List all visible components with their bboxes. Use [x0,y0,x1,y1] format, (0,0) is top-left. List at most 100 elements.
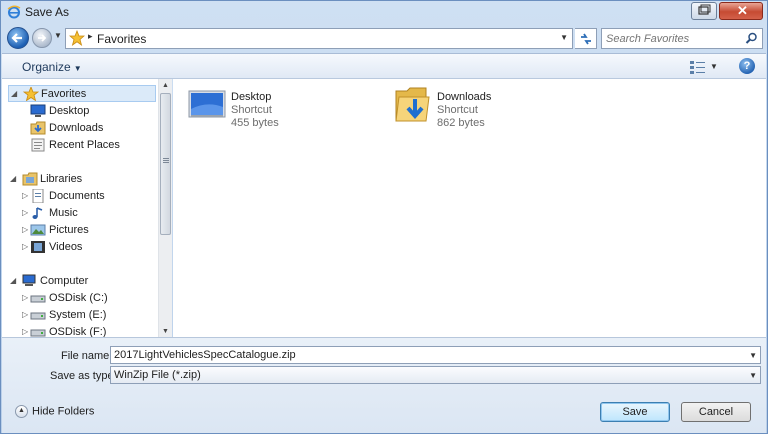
computer-icon [22,274,36,286]
favorites-star-icon [69,30,85,46]
sidebar-item-recent-places[interactable]: Recent Places [30,137,150,154]
sidebar-item-videos[interactable]: ▷ Videos [22,239,150,256]
restore-icon [698,4,711,15]
navigation-scrollbar[interactable]: ▲ ▼ [158,79,172,337]
sidebar-item-documents[interactable]: ▷ Documents [22,188,150,205]
change-view-icon[interactable] [690,60,706,74]
drive-icon [30,295,46,303]
sidebar-item-label: Libraries [40,173,83,185]
restore-button[interactable] [691,2,717,20]
save-as-dialog: Save As ✕ ▼ ▸ Favorites ▼ Search Favorit… [0,0,768,434]
file-size: 455 bytes [231,117,279,129]
close-button[interactable]: ✕ [719,2,763,20]
file-item-downloads[interactable]: Downloads Shortcut 862 bytes [393,85,593,129]
sidebar-item-label: Computer [40,275,89,287]
file-name: Downloads [437,91,492,103]
save-as-type-select[interactable]: WinZip File (*.zip) ▼ [110,366,761,384]
chevron-down-icon[interactable]: ▼ [749,351,757,360]
expanded-arrow-icon[interactable]: ◢ [10,171,16,186]
organize-menu-button[interactable]: Organize ▼ [22,60,82,74]
view-options-chevron-icon[interactable]: ▼ [710,62,718,71]
chevron-up-icon: ▲ [15,405,28,418]
sidebar-item-label: Desktop [49,105,90,117]
sidebar-item-label: Videos [49,241,83,253]
back-button[interactable] [7,27,29,49]
save-as-type-label: Save as type: [50,370,117,382]
file-name: Desktop [231,91,272,103]
breadcrumb-separator-icon[interactable]: ▸ [88,31,93,42]
refresh-icon [581,33,591,45]
favorites-star-icon [23,87,39,101]
desktop-icon [30,104,46,117]
breadcrumb-favorites[interactable]: Favorites [97,32,146,46]
internet-explorer-icon [7,5,21,19]
expanded-arrow-icon[interactable]: ◢ [11,86,17,101]
sidebar-item-music[interactable]: ▷ Music [22,205,150,222]
sidebar-item-system-e[interactable]: ▷ System (E:) [22,307,150,324]
navigation-bar: ▼ ▸ Favorites ▼ [1,25,767,53]
hide-folders-button[interactable]: ▲ Hide Folders [15,405,94,418]
sidebar-item-osdisk-c[interactable]: ▷ OSDisk (C:) [22,290,150,307]
sidebar-item-favorites[interactable]: ◢ Favorites [8,85,156,102]
sidebar-item-computer[interactable]: ◢ Computer [8,273,156,290]
save-form: File name: ▼ Save as type: WinZip File (… [2,337,766,433]
refresh-button[interactable] [575,28,597,49]
pictures-icon [30,224,46,236]
music-icon [32,207,43,219]
collapsed-arrow-icon[interactable]: ▷ [22,307,28,322]
libraries-icon [22,172,38,186]
search-icon[interactable] [745,32,758,45]
hide-folders-label: Hide Folders [32,405,95,418]
file-size: 862 bytes [437,117,485,129]
chevron-down-icon: ▼ [73,64,82,73]
sidebar-item-desktop[interactable]: Desktop [30,103,150,120]
forward-arrow-icon [38,34,47,42]
file-item-desktop[interactable]: Desktop Shortcut 455 bytes [187,85,387,129]
save-as-type-value: WinZip File (*.zip) [114,369,201,381]
sidebar-item-label: Pictures [49,224,89,236]
recent-pages-chevron-icon[interactable]: ▼ [54,31,62,40]
videos-icon [31,241,45,253]
expanded-arrow-icon[interactable]: ◢ [10,273,16,288]
sidebar-item-label: OSDisk (C:) [49,292,108,304]
collapsed-arrow-icon[interactable]: ▷ [22,205,28,220]
address-bar[interactable]: ▸ Favorites ▼ [65,28,573,49]
file-name-input[interactable] [114,349,734,361]
back-arrow-icon [11,33,22,43]
downloads-folder-icon [395,87,430,122]
recent-places-icon [31,138,45,152]
search-input[interactable] [606,31,744,46]
sidebar-item-label: System (E:) [49,309,107,321]
chevron-down-icon[interactable]: ▼ [749,371,757,380]
scroll-thumb[interactable] [160,93,171,235]
sidebar-item-label: Favorites [41,88,87,100]
forward-button[interactable] [32,28,52,48]
collapsed-arrow-icon[interactable]: ▷ [22,222,28,237]
help-icon[interactable]: ? [739,58,755,74]
scroll-down-icon[interactable]: ▼ [162,328,169,335]
collapsed-arrow-icon[interactable]: ▷ [22,188,28,203]
address-dropdown-icon[interactable]: ▼ [560,33,568,42]
organize-label: Organize [22,60,71,74]
documents-icon [32,189,44,203]
file-name-combobox[interactable]: ▼ [110,346,761,364]
sidebar-item-label: Music [49,207,78,219]
sidebar-item-label: Downloads [49,122,104,134]
collapsed-arrow-icon[interactable]: ▷ [22,239,28,254]
scroll-up-icon[interactable]: ▲ [162,82,169,89]
command-bar: Organize ▼ ▼ ? [2,53,766,79]
desktop-shortcut-icon [188,90,226,118]
file-name-label: File name: [61,350,113,362]
file-type: Shortcut [437,104,478,116]
save-button[interactable]: Save [600,402,670,422]
sidebar-item-downloads[interactable]: Downloads [30,120,150,137]
search-box[interactable] [601,28,763,49]
collapsed-arrow-icon[interactable]: ▷ [22,290,28,305]
close-icon: ✕ [737,3,748,18]
cancel-button[interactable]: Cancel [681,402,751,422]
title-bar: Save As ✕ [1,1,767,23]
sidebar-item-libraries[interactable]: ◢ Libraries [8,171,156,188]
window-title: Save As [25,5,70,19]
sidebar-item-label: Recent Places [49,139,120,151]
sidebar-item-pictures[interactable]: ▷ Pictures [22,222,150,239]
